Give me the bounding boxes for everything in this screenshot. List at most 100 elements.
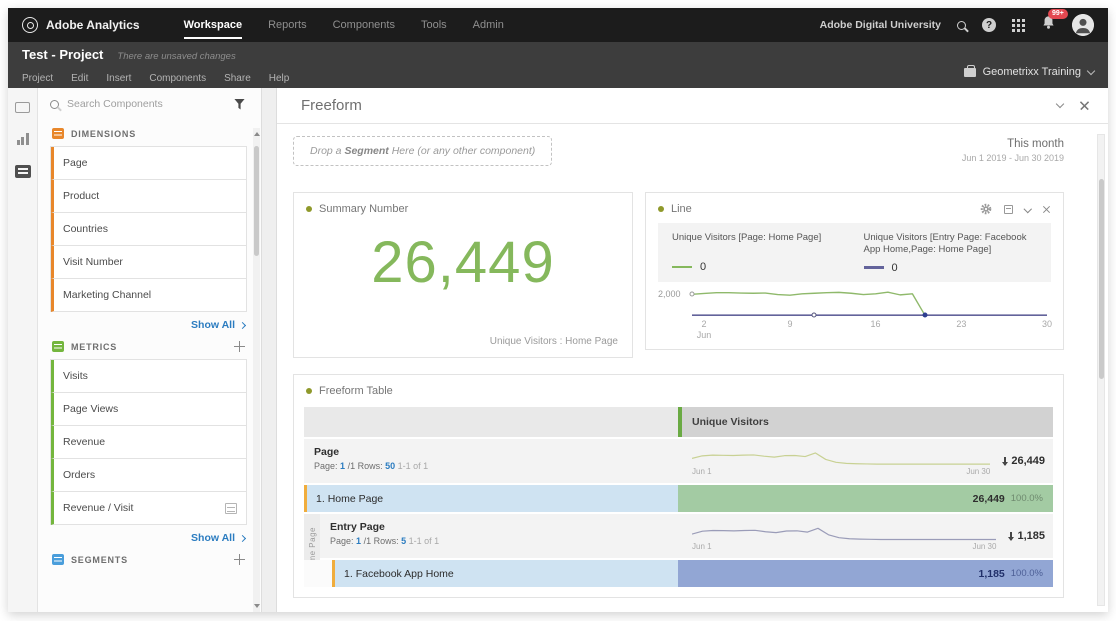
menu-insert[interactable]: Insert (106, 73, 131, 84)
segments-icon (52, 554, 64, 565)
panels-rail-icon[interactable] (15, 102, 30, 113)
page-value[interactable]: 1 (356, 536, 361, 546)
notifications-bell-icon[interactable]: 99+ (1041, 15, 1056, 35)
viz-color-dot[interactable] (306, 388, 312, 394)
nav-reports[interactable]: Reports (268, 8, 307, 42)
top-bar: Adobe Analytics Workspace Reports Compon… (8, 8, 1108, 42)
segment-drop-zone[interactable]: Drop a Segment Here (or any other compon… (293, 136, 552, 166)
chart-marker[interactable] (812, 312, 817, 317)
nav-tools[interactable]: Tools (421, 8, 447, 42)
row-name: Home Page (328, 493, 383, 505)
menu-edit[interactable]: Edit (71, 73, 88, 84)
add-metric-icon[interactable] (234, 341, 245, 352)
copy-icon[interactable] (1004, 205, 1013, 214)
search-components-input[interactable]: Search Components (67, 98, 226, 110)
legend-entry[interactable]: Unique Visitors [Entry Page: Facebook Ap… (864, 232, 1038, 274)
column-total[interactable]: 1,185 (1010, 530, 1045, 542)
metric-label: Orders (63, 469, 95, 481)
metric-orders[interactable]: Orders (51, 459, 246, 492)
metric-page-views[interactable]: Page Views (51, 393, 246, 426)
chart-marker[interactable] (922, 312, 927, 317)
chart-marker[interactable] (690, 292, 695, 297)
nav-components[interactable]: Components (333, 8, 395, 42)
line-viz: Line Unique Visitors [Page: Home Page] (645, 192, 1064, 350)
scroll-down-icon[interactable] (254, 604, 260, 608)
table-row-home-page[interactable]: 1. Home Page 26,449 100.0% (304, 485, 1053, 512)
viz-color-dot[interactable] (658, 206, 664, 212)
components-rail-icon[interactable] (15, 165, 31, 178)
dimension-label: Countries (63, 223, 108, 235)
rows-value[interactable]: 5 (401, 536, 406, 546)
show-all-label: Show All (191, 319, 235, 331)
metrics-label: METRICS (71, 342, 227, 352)
dimension-visit-number[interactable]: Visit Number (51, 246, 246, 279)
search-icon[interactable] (957, 21, 966, 30)
date-range-selector[interactable]: This month Jun 1 2019 - Jun 30 2019 (962, 138, 1064, 163)
dimension-countries[interactable]: Countries (51, 213, 246, 246)
menu-help[interactable]: Help (269, 73, 290, 84)
gear-icon[interactable] (980, 203, 992, 215)
dimension-page[interactable]: Page (51, 147, 246, 180)
visualizations-rail-icon[interactable] (17, 133, 29, 145)
dimension-name: Entry Page (320, 514, 678, 533)
menu-share[interactable]: Share (224, 73, 251, 84)
rows-value[interactable]: 50 (385, 461, 395, 471)
dimension-marketing-channel[interactable]: Marketing Channel (51, 279, 246, 312)
x-axis: 2 9 16 23 30 Jun (692, 319, 1047, 341)
breakdown-group: Home Page Entry Page Page: 1 /1 Rows: (304, 514, 1053, 587)
row-label-cell[interactable]: 1. Facebook App Home (332, 560, 678, 587)
menu-project[interactable]: Project (22, 73, 53, 84)
dropzone-text: Here (or any other component) (389, 145, 536, 157)
app-switcher-icon[interactable] (1012, 19, 1025, 32)
scroll-up-icon[interactable] (254, 132, 260, 136)
org-name[interactable]: Adobe Digital University (820, 19, 941, 31)
filter-icon[interactable] (234, 99, 245, 110)
collapse-panel-icon[interactable] (1056, 100, 1064, 108)
legend-value: 0 (892, 262, 898, 274)
page-value[interactable]: 1 (340, 461, 345, 471)
viz-color-dot[interactable] (306, 206, 312, 212)
user-avatar[interactable] (1072, 14, 1094, 36)
freeform-table: Unique Visitors Page Page: 1 /1 Rows: (304, 407, 1053, 587)
main-scrollbar[interactable] (1097, 134, 1105, 606)
line-chart-plot[interactable] (692, 290, 1047, 316)
line-chart[interactable]: 2,000 2 9 16 23 30 Jun (692, 290, 1047, 349)
metric-header-cell[interactable]: Unique Visitors (678, 407, 1053, 437)
adobe-experience-cloud-logo[interactable] (22, 17, 38, 33)
table-row-facebook-app-home[interactable]: 1. Facebook App Home 1,185 100.0% (304, 560, 1053, 587)
metric-revenue-per-visit[interactable]: Revenue / Visit (51, 492, 246, 525)
main-scroll-thumb[interactable] (1099, 179, 1104, 379)
sidebar-scroll-thumb[interactable] (254, 146, 259, 256)
report-suite-selector[interactable]: Geometrixx Training (964, 66, 1094, 84)
cell-percent: 100.0% (1011, 568, 1043, 579)
cell-percent: 100.0% (1011, 493, 1043, 504)
row-label-cell[interactable]: 1. Home Page (304, 485, 678, 512)
close-viz-icon[interactable] (1040, 203, 1053, 216)
project-title[interactable]: Test - Project (22, 47, 103, 62)
nav-admin[interactable]: Admin (473, 8, 504, 42)
legend-entry[interactable]: Unique Visitors [Page: Home Page] 0 (672, 232, 846, 274)
dimension-product[interactable]: Product (51, 180, 246, 213)
menu-components[interactable]: Components (149, 73, 206, 84)
nav-workspace[interactable]: Workspace (184, 8, 243, 42)
row-value-cell[interactable]: 1,185 100.0% (678, 560, 1053, 587)
dimension-row-page[interactable]: Page Page: 1 /1 Rows: 50 1-1 of 1 (304, 439, 1053, 483)
column-total[interactable]: 26,449 (1004, 455, 1045, 467)
metric-revenue[interactable]: Revenue (51, 426, 246, 459)
sidebar-scrollbar[interactable] (253, 128, 260, 612)
dimension-row-entry-page[interactable]: Entry Page Page: 1 /1 Rows: 5 1-1 of 1 (304, 514, 1053, 558)
row-value-cell[interactable]: 26,449 100.0% (678, 485, 1053, 512)
help-icon[interactable]: ? (982, 18, 996, 32)
report-suite-name: Geometrixx Training (983, 66, 1081, 78)
collapse-viz-icon[interactable] (1023, 205, 1031, 213)
metric-visits[interactable]: Visits (51, 360, 246, 393)
close-panel-icon[interactable] (1077, 98, 1093, 114)
add-segment-icon[interactable] (234, 554, 245, 565)
x-axis-tick: 30 (1042, 319, 1052, 329)
sparkline-entry-page: Jun 1 Jun 30 (692, 524, 996, 548)
dimensions-show-all-link[interactable]: Show All (50, 319, 245, 331)
summary-number-value: 26,449 (294, 229, 632, 296)
metrics-show-all-link[interactable]: Show All (50, 532, 245, 544)
freeform-panel-body: Drop a Segment Here (or any other compon… (277, 124, 1108, 612)
dimension-header-cell[interactable] (304, 407, 678, 437)
